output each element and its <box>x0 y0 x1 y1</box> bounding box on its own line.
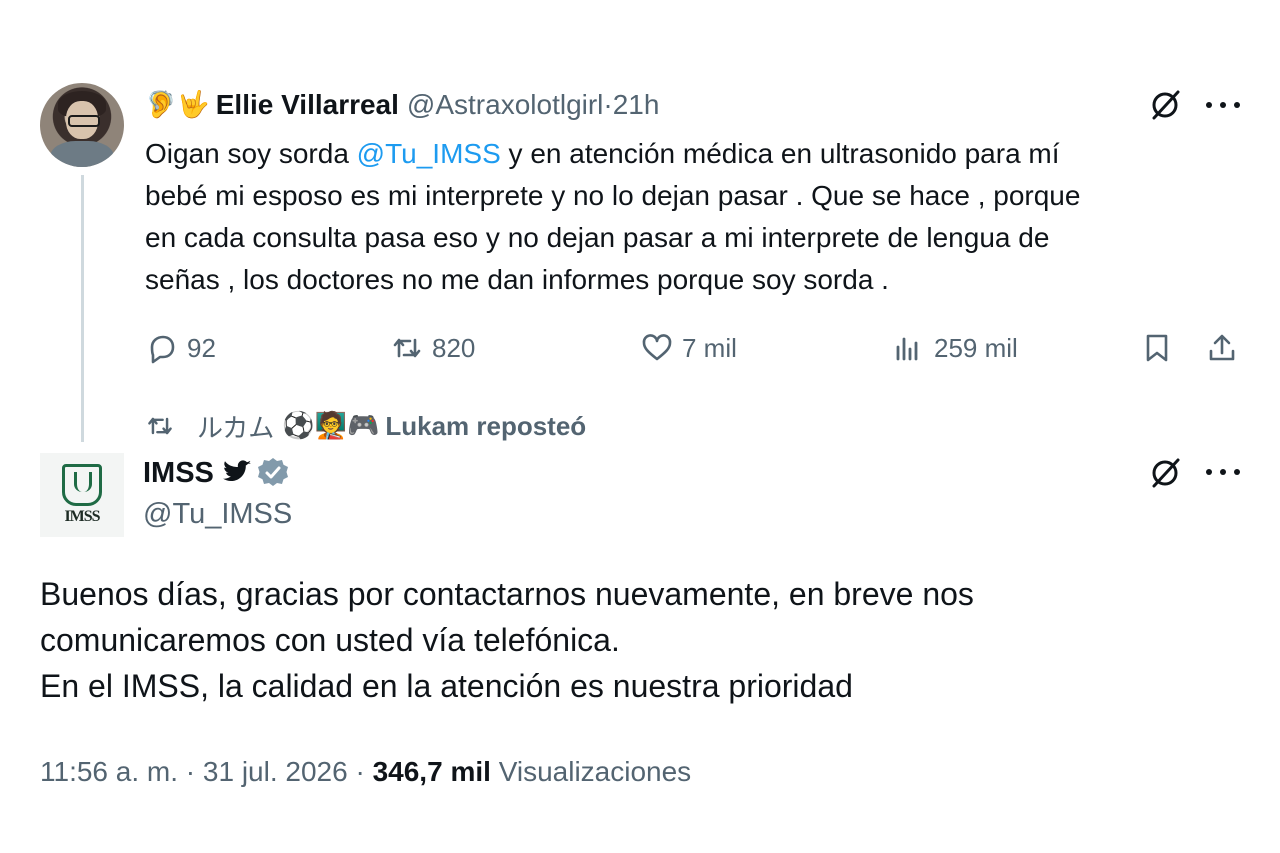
dot-separator: · <box>603 89 613 120</box>
tweet1-text: Oigan soy sorda @Tu_IMSS y en atención m… <box>145 138 1081 295</box>
repost-count: 820 <box>432 332 476 363</box>
views-count: 346,7 mil <box>372 756 491 787</box>
tweet1-actions: 92 820 7 mil 259 mil <box>145 328 1245 368</box>
reposter-name-jp: ルカム <box>197 412 275 443</box>
like-button[interactable]: 7 mil <box>640 328 737 368</box>
more-icon[interactable] <box>1206 466 1240 478</box>
repost-indicator[interactable]: ルカム ⚽🧑‍🏫🎮 Lukam reposteó <box>145 406 586 446</box>
views-count: 259 mil <box>934 332 1018 363</box>
tweet-date[interactable]: 31 jul. 2026 <box>203 756 348 787</box>
views-button[interactable]: 259 mil <box>892 328 1018 368</box>
like-icon <box>642 334 672 361</box>
author-name[interactable]: IMSS <box>143 457 214 490</box>
author-emojis: 🦻🤟 <box>145 90 210 120</box>
grok-icon[interactable] <box>1148 456 1182 490</box>
reposter-emojis: ⚽🧑‍🏫🎮 <box>282 411 380 441</box>
reply-count: 92 <box>187 332 216 363</box>
author-handle[interactable]: @Tu_IMSS <box>143 498 292 531</box>
twitter-bird-icon <box>222 460 251 481</box>
repost-icon <box>393 338 421 358</box>
bookmark-button[interactable] <box>1140 328 1182 368</box>
more-icon[interactable] <box>1206 99 1240 111</box>
tweet1-header: 🦻🤟 Ellie Villarreal @Astraxolotlgirl · 2… <box>145 86 659 124</box>
share-icon <box>1209 334 1235 361</box>
tweet2-meta: 11:56 a. m. · 31 jul. 2026 · 346,7 mil V… <box>40 756 692 787</box>
tweet2-header: IMSS <box>143 453 290 493</box>
author-name[interactable]: Ellie Villarreal <box>216 89 399 121</box>
views-label: Visualizaciones <box>498 756 692 787</box>
verified-badge-icon[interactable] <box>256 456 290 490</box>
tweet2-text: Buenos días, gracias por contactarnos nu… <box>40 576 974 704</box>
repost-icon <box>148 417 172 435</box>
repost-label: Lukam reposteó <box>385 410 587 441</box>
views-icon <box>892 331 926 365</box>
tweet-time[interactable]: 11:56 a. m. <box>40 756 178 787</box>
avatar-imss[interactable]: IMSS <box>40 453 124 537</box>
avatar-label: IMSS <box>64 508 100 525</box>
avatar-ellie[interactable] <box>40 83 124 167</box>
bookmark-icon <box>1146 334 1168 362</box>
mention-link[interactable]: @Tu_IMSS <box>357 138 501 169</box>
author-handle[interactable]: @Astraxolotlgirl <box>407 89 603 121</box>
reply-button[interactable]: 92 <box>145 328 216 368</box>
grok-icon[interactable] <box>1148 88 1182 122</box>
reply-icon <box>150 335 175 364</box>
like-count: 7 mil <box>682 332 737 363</box>
share-button[interactable] <box>1205 328 1247 368</box>
thread-line <box>81 175 84 442</box>
tweet-time[interactable]: 21h <box>613 89 660 121</box>
repost-button[interactable]: 820 <box>390 328 475 368</box>
imss-logo-icon <box>62 464 102 506</box>
